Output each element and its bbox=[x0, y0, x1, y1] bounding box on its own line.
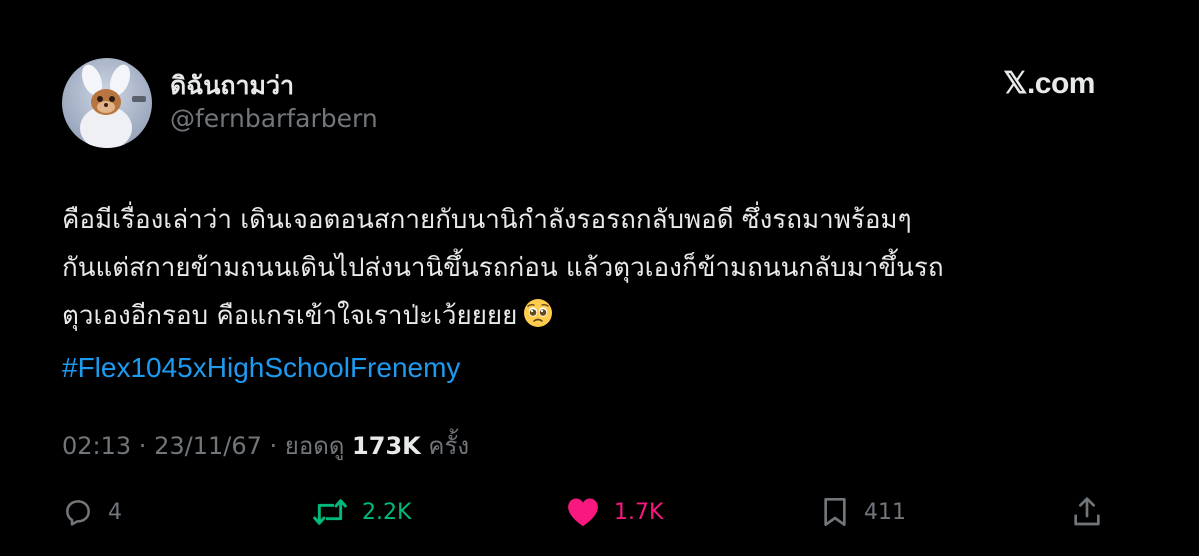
hashtag-link[interactable]: #Flex1045xHighSchoolFrenemy bbox=[62, 344, 1132, 392]
heart-icon bbox=[566, 496, 600, 528]
repost-button[interactable]: 2.2K bbox=[312, 490, 411, 534]
action-bar: 4 2.2K 1.7K 411 bbox=[62, 490, 1112, 534]
share-button[interactable] bbox=[1072, 490, 1102, 534]
views-unit: ครั้ง bbox=[428, 432, 470, 460]
reply-count: 4 bbox=[108, 499, 122, 525]
like-count: 1.7K bbox=[614, 499, 664, 525]
meta-separator: · bbox=[261, 432, 285, 460]
tweet-time[interactable]: 02:13 bbox=[62, 432, 131, 460]
views-label: ยอดดู bbox=[284, 432, 345, 460]
reply-icon bbox=[62, 496, 94, 528]
tweet-line-3-text: ตุวเองอีกรอบ คือแกรเข้าใจเราป่ะเว้ยยยย bbox=[62, 301, 518, 331]
tweet-line-2: กันแต่สกายข้ามถนนเดินไปส่งนานิขึ้นรถก่อน… bbox=[62, 253, 944, 283]
repost-count: 2.2K bbox=[362, 499, 412, 525]
views-count: 173K bbox=[352, 432, 421, 460]
author-handle[interactable]: @fernbarfarbern bbox=[170, 104, 378, 133]
repost-icon bbox=[312, 496, 348, 528]
tweet-meta: 02:13 · 23/11/67 · ยอดดู 173K ครั้ง bbox=[62, 426, 469, 465]
avatar-image bbox=[62, 58, 152, 148]
bookmark-icon bbox=[820, 496, 850, 528]
like-button[interactable]: 1.7K bbox=[566, 490, 663, 534]
meta-separator: · bbox=[131, 432, 155, 460]
tweet-line-3: ตุวเองอีกรอบ คือแกรเข้าใจเราป่ะเว้ยยยย bbox=[62, 292, 1132, 344]
reply-button[interactable]: 4 bbox=[62, 490, 122, 534]
author-display-name[interactable]: ดิฉันถามว่า bbox=[170, 66, 294, 106]
share-icon bbox=[1072, 496, 1102, 528]
tweet-line-1: คือมีเรื่องเล่าว่า เดินเจอตอนสกายกับนานิ… bbox=[62, 205, 912, 235]
tweet-text: คือมีเรื่องเล่าว่า เดินเจอตอนสกายกับนานิ… bbox=[62, 196, 1132, 392]
tweet-date[interactable]: 23/11/67 bbox=[154, 432, 262, 460]
avatar[interactable] bbox=[62, 58, 152, 148]
pleading-face-emoji-icon bbox=[523, 296, 553, 344]
bookmark-button[interactable]: 411 bbox=[820, 490, 906, 534]
x-logo: 𝕏.com bbox=[1003, 67, 1095, 100]
bookmark-count: 411 bbox=[864, 499, 906, 525]
